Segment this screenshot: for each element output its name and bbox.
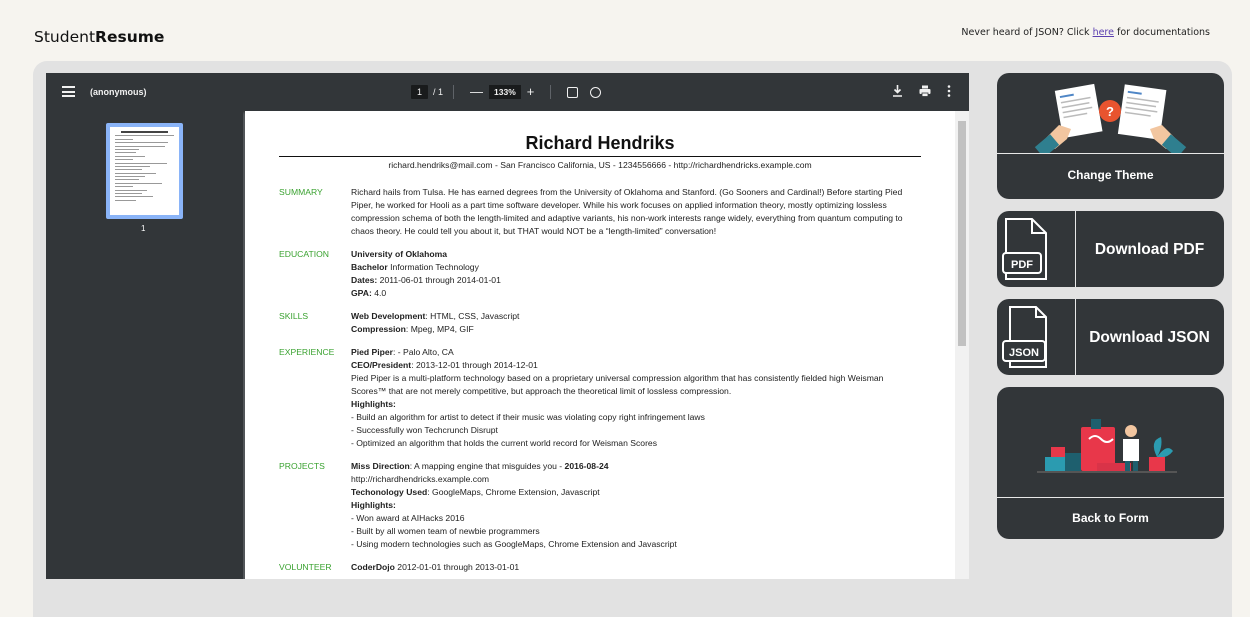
proj-url: http://richardhendricks.example.com — [351, 474, 490, 484]
proj-highlight: - Built by all women team of newbie prog… — [351, 526, 540, 536]
brand-prefix: Student — [34, 28, 96, 46]
zoom-in-button[interactable]: + — [521, 84, 541, 100]
back-to-form-button[interactable]: Back to Form — [997, 387, 1224, 539]
exp-highlight: - Build an algorithm for artist to detec… — [351, 412, 705, 422]
section-label: SUMMARY — [279, 187, 323, 197]
change-theme-button[interactable]: ? Change Theme — [997, 73, 1224, 199]
exp-highlight: - Optimized an algorithm that holds the … — [351, 438, 658, 448]
edu-gpa-label: GPA: — [351, 288, 372, 298]
vol-org: CoderDojo — [351, 562, 395, 572]
brand-logo[interactable]: StudentResume — [34, 28, 164, 46]
proj-date: 2016-08-24 — [564, 461, 609, 471]
json-help-note: Never heard of JSON? Click here for docu… — [961, 27, 1210, 38]
section-label: SKILLS — [279, 311, 309, 321]
edu-degree-label: Bachelor — [351, 262, 388, 272]
name-divider — [279, 156, 921, 157]
zoom-level-input[interactable]: 133% — [489, 85, 521, 99]
page-total: / 1 — [433, 87, 444, 97]
skill-name: Web Development — [351, 311, 426, 321]
education-section: EDUCATION University of Oklahoma Bachelo… — [279, 248, 921, 300]
proj-desc: : A mapping engine that misguides you - — [409, 461, 565, 471]
print-icon[interactable] — [919, 85, 931, 97]
edu-gpa: 4.0 — [371, 288, 387, 298]
edu-dates-label: Dates: — [351, 275, 378, 285]
exp-dates: : 2013-12-01 through 2014-12-01 — [411, 360, 538, 370]
resume-contact: richard.hendriks@mail.com - San Francisc… — [388, 160, 812, 170]
exp-highlights-label: Highlights: — [351, 399, 396, 409]
exp-highlight: - Successfully won Techcrunch Disrupt — [351, 425, 498, 435]
change-theme-label: Change Theme — [1067, 168, 1154, 182]
skill-value: : Mpeg, MP4, GIF — [405, 324, 474, 334]
edu-degree: Information Technology — [387, 262, 479, 272]
toolbar-right-actions — [892, 85, 951, 97]
theme-illustration-icon: ? — [1034, 83, 1187, 153]
rotate-icon[interactable] — [590, 86, 602, 98]
vol-dates: 2012-01-01 through 2013-01-01 — [394, 562, 520, 572]
section-label: EXPERIENCE — [279, 347, 335, 357]
download-pdf-button[interactable]: PDF Download PDF — [997, 211, 1224, 287]
exp-location: : - Palo Alto, CA — [393, 347, 454, 357]
summary-text: Richard hails from Tulsa. He has earned … — [351, 187, 903, 236]
resume-name: Richard Hendriks — [525, 133, 675, 153]
exp-company: Pied Piper — [351, 347, 394, 357]
proj-name: Miss Direction — [351, 461, 410, 471]
thumbnail-page-number: 1 — [141, 224, 146, 233]
fit-page-icon[interactable] — [567, 86, 579, 98]
download-icon[interactable] — [892, 85, 903, 97]
pdf-scrollbar[interactable] — [955, 111, 969, 579]
volunteer-section: VOLUNTEER CoderDojo 2012-01-01 through 2… — [279, 561, 921, 574]
proj-tech: : GoogleMaps, Chrome Extension, Javascri… — [427, 487, 600, 497]
top-bar: StudentResume Never heard of JSON? Click… — [0, 0, 1250, 58]
summary-section: SUMMARY Richard hails from Tulsa. He has… — [279, 186, 921, 238]
more-vert-icon[interactable] — [947, 85, 951, 97]
menu-icon[interactable] — [62, 86, 75, 97]
exp-description: Pied Piper is a multi-platform technolog… — [351, 373, 884, 396]
proj-highlight: - Using modern technologies such as Goog… — [351, 539, 677, 549]
exp-role: CEO/President — [351, 360, 412, 370]
proj-tech-label: Techonology Used — [351, 487, 428, 497]
page-controls: 1 / 1 — 133% + — [411, 84, 607, 100]
skill-name: Compression — [351, 324, 406, 334]
json-docs-link[interactable]: here — [1093, 27, 1114, 38]
pdf-title: (anonymous) — [90, 87, 147, 97]
toolbar-divider — [453, 85, 455, 99]
card-divider — [997, 153, 1224, 154]
brand-bold: Resume — [95, 28, 165, 46]
download-json-button[interactable]: JSON Download JSON — [997, 299, 1224, 375]
section-label: VOLUNTEER — [279, 562, 332, 572]
back-illustration-icon — [1037, 419, 1177, 473]
thumbnail-sidebar: 1 — [46, 111, 243, 579]
skill-value: : HTML, CSS, Javascript — [425, 311, 520, 321]
page-number-input[interactable]: 1 — [411, 85, 429, 99]
download-json-label: Download JSON — [1089, 329, 1210, 346]
zoom-out-button[interactable]: — — [464, 84, 489, 100]
section-label: PROJECTS — [279, 461, 325, 471]
edu-dates: 2011-06-01 through 2014-01-01 — [377, 275, 501, 285]
section-label: EDUCATION — [279, 249, 329, 259]
pdf-page: Richard Hendriks richard.hendriks@mail.c… — [245, 111, 955, 579]
json-note-text-end: for documentations — [1113, 27, 1210, 38]
page-thumbnail[interactable] — [106, 123, 183, 219]
pdf-toolbar: (anonymous) 1 / 1 — 133% + — [46, 73, 969, 111]
pdf-icon-text: PDF — [1011, 259, 1033, 271]
scrollbar-thumb[interactable] — [958, 121, 966, 346]
projects-section: PROJECTS Miss Direction: A mapping engin… — [279, 460, 921, 551]
toolbar-divider — [550, 85, 552, 99]
json-icon-text: JSON — [1009, 347, 1039, 359]
proj-highlights-label: Highlights: — [351, 500, 396, 510]
back-to-form-label: Back to Form — [1072, 511, 1149, 525]
download-pdf-label: Download PDF — [1094, 241, 1205, 258]
svg-text:?: ? — [1106, 104, 1114, 119]
pdf-file-icon: PDF — [1002, 218, 1047, 280]
pdf-viewer: (anonymous) 1 / 1 — 133% + 1 Richard Hen… — [46, 73, 969, 579]
json-file-icon: JSON — [1002, 306, 1047, 368]
proj-highlight: - Won award at AIHacks 2016 — [351, 513, 465, 523]
experience-section: EXPERIENCE Pied Piper: - Palo Alto, CA C… — [279, 346, 921, 450]
skills-section: SKILLS Web Development: HTML, CSS, Javas… — [279, 310, 921, 336]
card-divider — [997, 497, 1224, 498]
json-note-text: Never heard of JSON? Click — [961, 27, 1093, 38]
edu-school: University of Oklahoma — [351, 249, 447, 259]
